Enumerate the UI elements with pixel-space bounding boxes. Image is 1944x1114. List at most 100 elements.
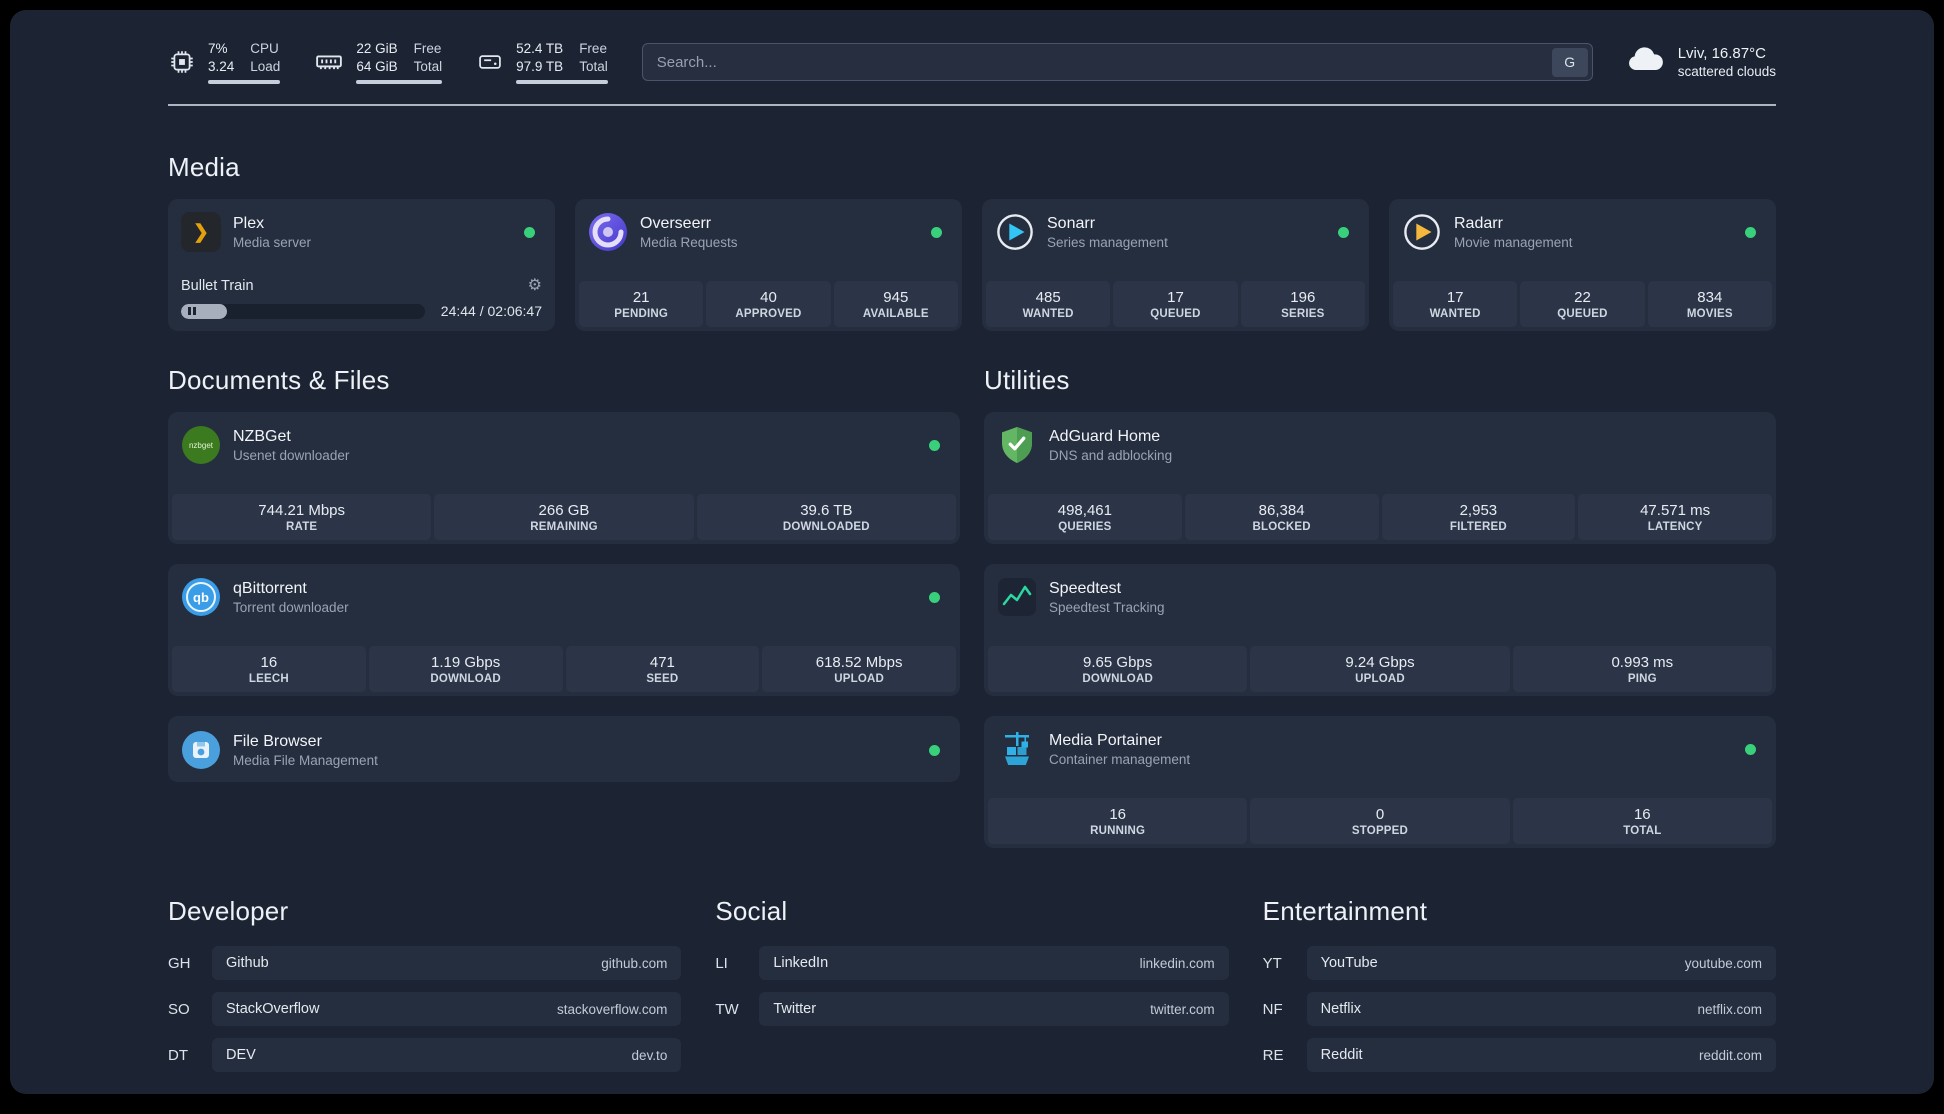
- stat-value: 1.19 Gbps: [431, 654, 501, 671]
- weather-widget: Lviv, 16.87°C scattered clouds: [1623, 45, 1776, 80]
- service-card-filebrowser[interactable]: File Browser Media File Management: [168, 716, 960, 782]
- stat-blocked: 86,384 BLOCKED: [1184, 494, 1379, 540]
- service-name: File Browser: [233, 732, 322, 750]
- playback-time: 24:44 / 02:06:47: [440, 303, 542, 319]
- memory-icon: [314, 47, 344, 77]
- service-card-radarr[interactable]: Radarr Movie management 17 WANTED 22 QUE…: [1389, 199, 1776, 331]
- service-card-qbittorrent[interactable]: qb qBittorrent Torrent downloader 16 LEE…: [168, 564, 960, 696]
- cloud-icon: [1623, 45, 1665, 80]
- cpu-widget: 7% CPU 3.24 Load: [168, 40, 281, 84]
- stat-pending: 21 PENDING: [579, 281, 704, 327]
- service-card-speedtest[interactable]: Speedtest Speedtest Tracking 9.65 Gbps D…: [984, 564, 1776, 696]
- bookmark-row-linkedin: LI LinkedIn linkedin.com: [715, 946, 1229, 980]
- bookmark-link-reddit[interactable]: Reddit reddit.com: [1306, 1038, 1776, 1072]
- playback-progress-bar[interactable]: [181, 303, 425, 319]
- search-provider-button[interactable]: G: [1551, 47, 1588, 77]
- stat-approved: 40 APPROVED: [706, 281, 831, 327]
- stat-label: PING: [1627, 673, 1657, 685]
- bookmark-abbr: SO: [168, 1000, 190, 1018]
- stat-value: 834: [1697, 289, 1723, 306]
- status-dot: [929, 591, 940, 603]
- overseerr-stats: 21 PENDING 40 APPROVED 945 AVAILABLE: [579, 281, 958, 327]
- stat-label: REMAINING: [530, 521, 598, 533]
- service-text: Speedtest Speedtest Tracking: [1049, 580, 1165, 615]
- cpu-bar: [208, 80, 281, 84]
- documents-section-title: Documents & Files: [168, 365, 390, 395]
- service-desc: Movie management: [1454, 234, 1573, 250]
- service-name: NZBGet: [233, 427, 291, 445]
- stat-label: UPLOAD: [1355, 673, 1405, 685]
- plex-now-playing: Bullet Train ⚙ 24:44 / 02:06:47: [172, 278, 551, 327]
- adguard-icon: [997, 425, 1037, 465]
- stat-label: FILTERED: [1449, 521, 1507, 533]
- disk-readout: 52.4 TB Free 97.9 TB Total: [516, 40, 608, 84]
- service-card-overseerr[interactable]: Overseerr Media Requests 21 PENDING 40 A…: [575, 199, 962, 331]
- memory-widget: 22 GiB Free 64 GiB Total: [314, 40, 443, 84]
- stat-value: 22: [1574, 289, 1591, 306]
- stat-label: RUNNING: [1090, 825, 1146, 837]
- stat-ping: 0.993 ms PING: [1512, 646, 1772, 692]
- cpu-usage-value: 7%: [208, 41, 228, 56]
- stat-value: 266 GB: [538, 502, 590, 519]
- status-dot: [1338, 226, 1349, 238]
- stat-label: WANTED: [1429, 308, 1481, 320]
- gear-icon[interactable]: ⚙: [528, 278, 542, 294]
- service-name: Media Portainer: [1049, 731, 1162, 749]
- stat-seed: 471 SEED: [565, 646, 760, 692]
- stat-value: 39.6 TB: [800, 502, 853, 519]
- bookmark-name: YouTube: [1320, 955, 1378, 971]
- service-card-nzbget[interactable]: nzbget NZBGet Usenet downloader 744.21 M…: [168, 412, 960, 544]
- service-card-plex[interactable]: ❯ Plex Media server Bullet Train ⚙ 24:44…: [168, 199, 555, 331]
- search-input[interactable]: [656, 53, 1552, 71]
- portainer-icon: [997, 729, 1037, 769]
- bookmark-link-youtube[interactable]: YouTube youtube.com: [1306, 946, 1776, 980]
- service-desc: Media server: [233, 234, 312, 250]
- nzbget-icon: nzbget: [181, 425, 221, 465]
- bookmark-name: Github: [226, 955, 269, 971]
- service-text: Overseerr Media Requests: [640, 215, 738, 250]
- bookmark-row-youtube: YT YouTube youtube.com: [1263, 946, 1776, 980]
- bookmark-url: netflix.com: [1697, 1001, 1762, 1017]
- media-grid: ❯ Plex Media server Bullet Train ⚙ 24:44…: [168, 199, 1776, 331]
- filebrowser-icon: [181, 730, 221, 770]
- memory-free-value: 22 GiB: [356, 41, 398, 56]
- radarr-stats: 17 WANTED 22 QUEUED 834 MOVIES: [1393, 281, 1772, 327]
- memory-readout: 22 GiB Free 64 GiB Total: [356, 40, 443, 84]
- service-card-sonarr[interactable]: Sonarr Series management 485 WANTED 17 Q…: [982, 199, 1369, 331]
- service-desc: Torrent downloader: [233, 599, 349, 615]
- disk-free-label: Free: [579, 41, 607, 56]
- service-desc: Media File Management: [233, 752, 378, 768]
- bookmark-row-stackoverflow: SO StackOverflow stackoverflow.com: [168, 992, 682, 1026]
- service-name: Sonarr: [1047, 214, 1096, 232]
- bookmarks-social: Social LI LinkedIn linkedin.com TW Twitt…: [715, 896, 1229, 1038]
- adguard-stats: 498,461 QUERIES 86,384 BLOCKED 2,953 FIL…: [988, 494, 1772, 540]
- bookmark-link-dev[interactable]: DEV dev.to: [212, 1038, 682, 1072]
- stat-rate: 744.21 Mbps RATE: [172, 494, 432, 540]
- pause-icon[interactable]: [188, 307, 196, 315]
- portainer-stats: 16 RUNNING 0 STOPPED 16 TOTAL: [988, 798, 1772, 844]
- status-dot: [931, 226, 942, 238]
- stat-downloaded: 39.6 TB DOWNLOADED: [696, 494, 956, 540]
- bookmark-link-stackoverflow[interactable]: StackOverflow stackoverflow.com: [212, 992, 682, 1026]
- bookmark-abbr: RE: [1262, 1046, 1284, 1064]
- bookmark-link-netflix[interactable]: Netflix netflix.com: [1306, 992, 1776, 1026]
- qbittorrent-icon: qb: [181, 577, 221, 617]
- service-card-portainer[interactable]: Media Portainer Container management 16 …: [984, 716, 1776, 848]
- bookmark-abbr: NF: [1262, 1000, 1283, 1018]
- bookmark-url: stackoverflow.com: [557, 1001, 668, 1017]
- service-card-adguard[interactable]: AdGuard Home DNS and adblocking 498,461 …: [984, 412, 1776, 544]
- bookmark-abbr: LI: [715, 954, 728, 972]
- bookmark-link-twitter[interactable]: Twitter twitter.com: [759, 992, 1229, 1026]
- speedtest-stats: 9.65 Gbps DOWNLOAD 9.24 Gbps UPLOAD 0.99…: [988, 646, 1772, 692]
- stat-wanted: 485 WANTED: [986, 281, 1111, 327]
- stat-series: 196 SERIES: [1240, 281, 1365, 327]
- weather-text: Lviv, 16.87°C scattered clouds: [1678, 45, 1776, 79]
- bookmark-name: LinkedIn: [773, 955, 829, 971]
- service-name: Overseerr: [640, 214, 712, 232]
- resource-widgets: 7% CPU 3.24 Load 22 GiB Free 64 GiB Tota…: [168, 40, 608, 84]
- stat-value: 9.24 Gbps: [1345, 654, 1415, 671]
- stat-remaining: 266 GB REMAINING: [434, 494, 694, 540]
- bookmark-link-linkedin[interactable]: LinkedIn linkedin.com: [759, 946, 1229, 980]
- stat-label: DOWNLOAD: [430, 673, 501, 685]
- bookmark-link-github[interactable]: Github github.com: [212, 946, 682, 980]
